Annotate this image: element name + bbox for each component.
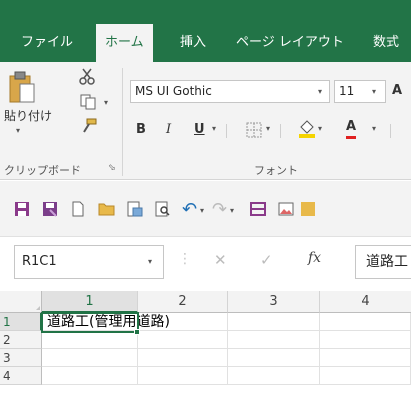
cut-icon[interactable]	[78, 68, 96, 89]
formula-bar-grip-icon: ⋮	[178, 251, 192, 267]
cancel-icon[interactable]: ✕	[214, 251, 227, 269]
select-all-corner[interactable]	[0, 291, 42, 313]
save-as-icon[interactable]	[42, 201, 58, 220]
undo-icon[interactable]: ↶	[182, 199, 197, 220]
underline-dropdown-icon[interactable]: ▾	[212, 124, 216, 133]
formula-bar: R1C1 ▾ ⋮ ✕ ✓ fx 道路工	[0, 237, 411, 287]
font-color-dropdown-icon[interactable]: ▾	[372, 124, 376, 133]
quick-access-toolbar: ↶ ▾ ↷ ▾	[0, 181, 411, 237]
ribbon-home: 貼り付け ▾ ▾ クリップボード ⬂ MS UI Gothic ▾ 11 ▾ A…	[0, 62, 411, 180]
new-document-icon[interactable]	[70, 201, 86, 220]
underline-button[interactable]: U	[194, 120, 205, 140]
paste-button[interactable]: 貼り付け	[4, 106, 52, 126]
row-header[interactable]: 3	[0, 349, 42, 367]
active-cell-border	[41, 312, 139, 333]
fill-handle[interactable]	[134, 329, 140, 335]
group-divider	[122, 68, 123, 176]
preview-icon[interactable]	[154, 201, 172, 220]
borders-dropdown-icon[interactable]: ▾	[266, 124, 270, 133]
worksheet-grid: 1 2 3 4 1 2 3 4 道路工(管理用道路)	[0, 291, 411, 399]
fill-color-icon[interactable]	[298, 118, 316, 141]
font-size-combo[interactable]: 11	[334, 80, 386, 103]
tab-page-layout[interactable]: ページ レイアウト	[236, 24, 344, 62]
cell[interactable]	[228, 331, 320, 349]
insert-row-icon[interactable]	[250, 201, 266, 220]
font-name-combo[interactable]: MS UI Gothic	[130, 80, 330, 103]
row-header[interactable]: 1	[0, 313, 42, 331]
undo-dropdown-icon[interactable]: ▾	[200, 206, 204, 215]
redo-icon[interactable]: ↷	[212, 199, 227, 220]
formula-input[interactable]: 道路工	[355, 245, 411, 279]
font-divider	[280, 124, 281, 138]
cell[interactable]	[228, 367, 320, 385]
open-folder-icon[interactable]	[98, 201, 116, 220]
borders-icon[interactable]	[246, 122, 262, 141]
bold-button[interactable]: B	[136, 120, 146, 140]
cell[interactable]	[138, 367, 228, 385]
fill-color-dropdown-icon[interactable]: ▾	[318, 124, 322, 133]
print-preview-icon[interactable]	[126, 201, 144, 220]
grow-font-button[interactable]: A	[392, 81, 402, 101]
cell[interactable]	[42, 349, 138, 367]
column-header[interactable]: 3	[228, 291, 320, 313]
cell[interactable]	[138, 349, 228, 367]
font-color-button[interactable]: A	[346, 118, 357, 139]
ribbon-tab-bar: ファイル ホーム 挿入 ページ レイアウト 数式	[0, 0, 411, 62]
font-group-label: フォント	[254, 164, 298, 177]
tab-home[interactable]: ホーム	[96, 24, 153, 62]
cell[interactable]	[228, 313, 320, 331]
cell[interactable]	[42, 331, 138, 349]
name-box-dropdown-icon[interactable]: ▾	[148, 257, 152, 266]
cell[interactable]	[138, 331, 228, 349]
more-commands-icon[interactable]	[300, 201, 320, 217]
enter-icon[interactable]: ✓	[260, 251, 273, 269]
column-header[interactable]: 2	[138, 291, 228, 313]
paste-dropdown-icon[interactable]: ▾	[16, 126, 20, 135]
tab-file[interactable]: ファイル	[21, 24, 73, 62]
insert-function-icon[interactable]: fx	[308, 250, 321, 266]
cell[interactable]	[320, 349, 411, 367]
column-header[interactable]: 1	[42, 291, 138, 313]
copy-icon[interactable]	[80, 94, 98, 113]
paste-icon[interactable]	[8, 70, 36, 104]
row-header[interactable]: 4	[0, 367, 42, 385]
clipboard-group-label: クリップボード	[4, 164, 81, 177]
save-icon[interactable]	[14, 201, 30, 220]
italic-button[interactable]: I	[166, 120, 171, 140]
format-painter-icon[interactable]	[80, 118, 98, 137]
cell[interactable]	[228, 349, 320, 367]
image-icon[interactable]	[278, 201, 294, 220]
font-divider	[226, 124, 227, 138]
clipboard-launcher-icon[interactable]: ⬂	[108, 163, 116, 173]
cell[interactable]	[320, 331, 411, 349]
tab-insert[interactable]: 挿入	[180, 24, 206, 62]
tab-formulas[interactable]: 数式	[373, 24, 399, 62]
column-header[interactable]: 4	[320, 291, 411, 313]
cell[interactable]	[320, 367, 411, 385]
row-header[interactable]: 2	[0, 331, 42, 349]
redo-dropdown-icon[interactable]: ▾	[230, 206, 234, 215]
name-box[interactable]: R1C1	[14, 245, 164, 279]
font-divider	[390, 124, 391, 138]
font-size-dropdown-icon[interactable]: ▾	[372, 87, 376, 96]
cell[interactable]	[320, 313, 411, 331]
cell[interactable]	[42, 367, 138, 385]
font-name-dropdown-icon[interactable]: ▾	[318, 87, 322, 96]
copy-dropdown-icon[interactable]: ▾	[104, 98, 108, 107]
